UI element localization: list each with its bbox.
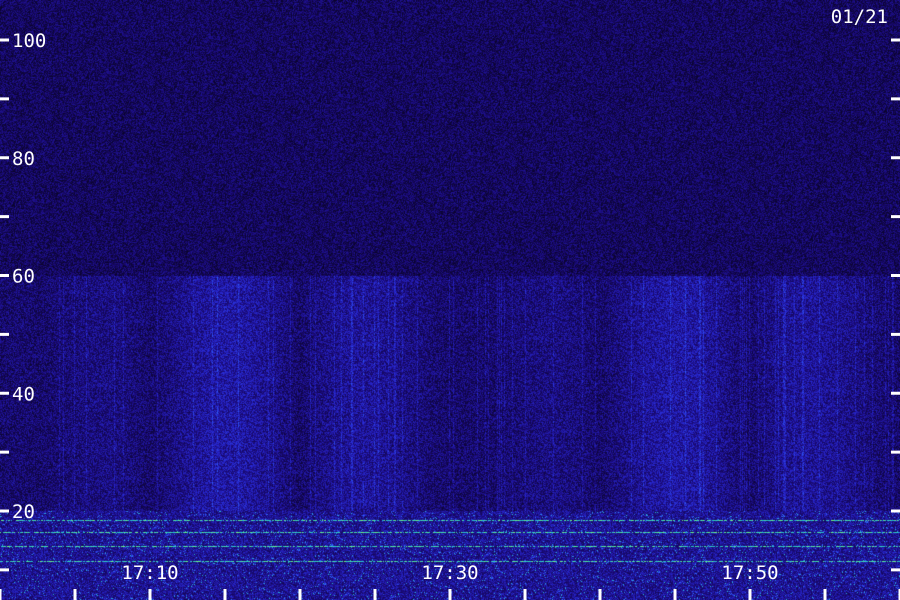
spectrogram-chart: 20 40 60 80 100 17:10 17:30 17:50 01/21 bbox=[0, 0, 900, 600]
y-tick-label: 100 bbox=[12, 30, 46, 52]
axis-overlay: 20 40 60 80 100 17:10 17:30 17:50 01/21 bbox=[0, 6, 900, 600]
x-tick-label: 17:10 bbox=[121, 562, 178, 584]
x-axis: 17:10 17:30 17:50 bbox=[0, 562, 900, 600]
y-tick-label: 60 bbox=[12, 266, 35, 288]
x-tick-label: 17:30 bbox=[421, 562, 478, 584]
y-tick-label: 80 bbox=[12, 148, 35, 170]
x-tick-label: 17:50 bbox=[721, 562, 778, 584]
y-axis: 20 40 60 80 100 bbox=[0, 30, 900, 572]
y-tick-label: 40 bbox=[12, 383, 35, 405]
date-label: 01/21 bbox=[831, 6, 888, 28]
y-tick-label: 20 bbox=[12, 501, 35, 523]
